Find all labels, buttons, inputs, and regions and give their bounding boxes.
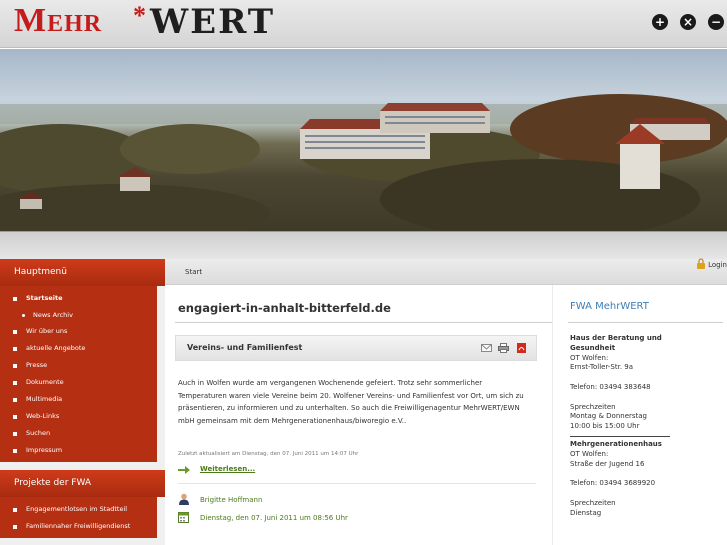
- read-more-link[interactable]: Weiterlesen...: [200, 465, 255, 473]
- contact-line: 10:00 bis 15:00 Uhr: [570, 422, 640, 431]
- sidebar-item-multimedia[interactable]: Multimedia: [0, 391, 157, 408]
- logo-mehr: Mehr: [14, 2, 103, 39]
- right-sidebar: FWA MehrWERT Haus der Beratung und Gesund…: [552, 285, 727, 545]
- sidebar-item-wir-ueber-uns[interactable]: Wir über uns: [0, 323, 157, 340]
- projects-menu: Engagementlotsen im Stadtteil Familienna…: [0, 497, 165, 538]
- breadcrumb-bar: Start Login: [165, 258, 727, 285]
- arrow-right-icon: [178, 466, 190, 474]
- sidebar-item-suchen[interactable]: Suchen: [0, 425, 157, 442]
- projects-menu-title: Projekte der FWA: [0, 470, 165, 497]
- right-divider: [568, 322, 723, 323]
- sidebar-item-presse[interactable]: Presse: [0, 357, 157, 374]
- page-title: engagiert-in-anhalt-bitterfeld.de: [178, 301, 391, 315]
- contact-line: OT Wolfen:: [570, 449, 609, 458]
- logo-star: *: [133, 1, 147, 30]
- logo-wert: WERT: [150, 2, 276, 42]
- contact-line: Ernst-Toller-Str. 9a: [570, 363, 634, 372]
- article-body: Auch in Wolfen wurde am vergangenen Woch…: [178, 379, 524, 425]
- last-updated: Zuletzt aktualisiert am Dienstag, den 07…: [178, 451, 359, 457]
- font-reset-button[interactable]: ×: [680, 14, 696, 30]
- login-link[interactable]: Login: [708, 261, 727, 269]
- contact-line: Sprechzeiten: [570, 402, 616, 411]
- lock-icon: [697, 258, 705, 269]
- sidebar-item-aktuelle-angebote[interactable]: aktuelle Angebote: [0, 340, 157, 357]
- calendar-icon: [178, 512, 189, 523]
- font-increase-button[interactable]: +: [652, 14, 668, 30]
- site-header: Mehr * WERT + × −: [0, 0, 727, 48]
- contact-spacer: [570, 373, 720, 383]
- header-banner-image: [0, 49, 727, 231]
- sidebar-item-dokumente[interactable]: Dokumente: [0, 374, 157, 391]
- banner-shadow-bar: [0, 231, 727, 259]
- main-content: engagiert-in-anhalt-bitterfeld.de Verein…: [165, 285, 552, 545]
- sidebar-item-freiwilligendienst[interactable]: Familiennaher Freiwilligendienst: [0, 518, 157, 535]
- contact-divider: [570, 435, 670, 437]
- pdf-icon[interactable]: [516, 343, 527, 353]
- contact-spacer: [570, 393, 720, 403]
- contact-spacer: [570, 469, 720, 479]
- contact-line: Gesundheit: [570, 343, 616, 352]
- contact-line: Straße der Jugend 16: [570, 459, 645, 468]
- contact-info: Haus der Beratung und Gesundheit OT Wolfen…: [570, 334, 720, 518]
- article-date: Dienstag, den 07. Juni 2011 um 08:56 Uhr: [200, 514, 348, 522]
- author-icon: [179, 493, 189, 505]
- contact-line: Telefon: 03494 3689920: [570, 479, 656, 488]
- meta-divider: [178, 483, 536, 484]
- article-author: Brigitte Hoffmann: [200, 496, 263, 504]
- main-menu: Startseite News Archiv Wir über uns aktu…: [0, 286, 165, 462]
- contact-line: OT Wolfen:: [570, 353, 609, 362]
- article-title[interactable]: Vereins- und Familienfest: [187, 343, 302, 352]
- font-decrease-button[interactable]: −: [708, 14, 724, 30]
- main-menu-title: Hauptmenü: [0, 259, 165, 286]
- sidebar-item-web-links[interactable]: Web-Links: [0, 408, 157, 425]
- contact-line: Mehrgenerationenhaus: [570, 439, 662, 448]
- contact-line: Montag & Donnerstag: [570, 412, 647, 421]
- contact-line: Dienstag: [570, 508, 602, 517]
- sidebar: Hauptmenü Startseite News Archiv Wir übe…: [0, 259, 165, 545]
- sidebar-item-impressum[interactable]: Impressum: [0, 442, 157, 459]
- sidebar-item-startseite[interactable]: Startseite: [0, 290, 157, 307]
- sidebar-item-news-archiv[interactable]: News Archiv: [0, 307, 157, 323]
- contact-line: Sprechzeiten: [570, 498, 616, 507]
- right-title: FWA MehrWERT: [570, 301, 649, 312]
- email-icon[interactable]: [481, 343, 492, 353]
- print-icon[interactable]: [498, 343, 509, 353]
- contact-line: Telefon: 03494 383648: [570, 382, 651, 391]
- contact-spacer: [570, 489, 720, 499]
- article-header: Vereins- und Familienfest: [175, 335, 537, 361]
- contact-line: Haus der Beratung und: [570, 334, 662, 342]
- sidebar-item-engagementlotsen[interactable]: Engagementlotsen im Stadtteil: [0, 501, 157, 518]
- breadcrumb[interactable]: Start: [185, 268, 202, 276]
- title-divider: [175, 322, 552, 323]
